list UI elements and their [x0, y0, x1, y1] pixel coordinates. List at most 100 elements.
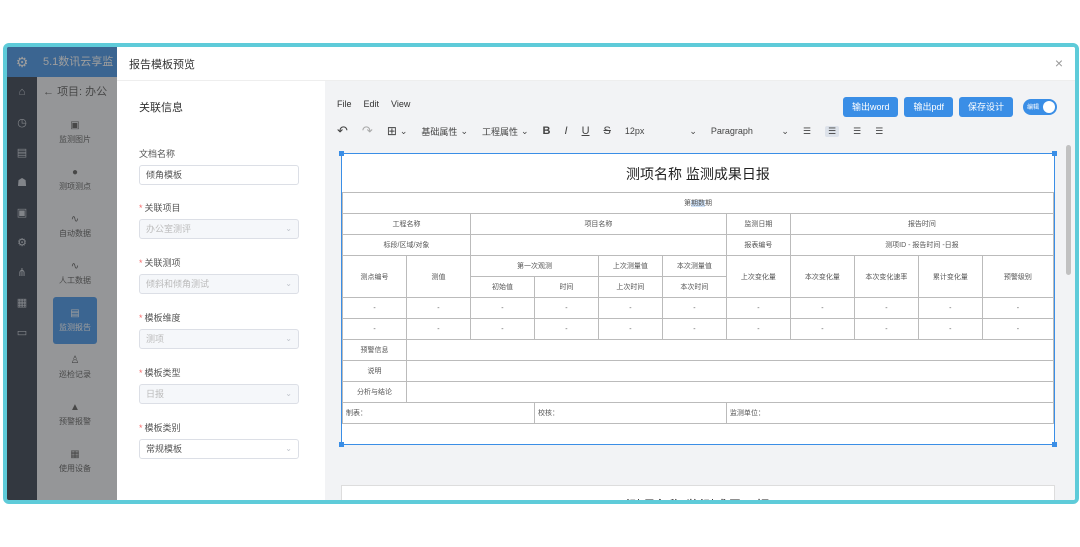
- table-cell[interactable]: -: [597, 297, 663, 319]
- subheader-current-time[interactable]: 本次时间: [661, 276, 727, 298]
- cell-item-name[interactable]: 项目名称: [469, 213, 727, 235]
- font-size-select[interactable]: 12px ⌄: [625, 126, 697, 137]
- table-cell[interactable]: -: [533, 297, 599, 319]
- cell-report-no[interactable]: 报表编号: [725, 234, 791, 256]
- cell-report-time[interactable]: 报告时间: [789, 213, 1055, 235]
- table-cell[interactable]: -: [981, 297, 1055, 319]
- basic-attr-menu[interactable]: 基础属性 ⌄: [421, 125, 468, 138]
- period-cell[interactable]: 第期数期: [342, 192, 1054, 214]
- menu-view[interactable]: View: [391, 99, 410, 109]
- header-current-change[interactable]: 本次变化量: [789, 255, 855, 298]
- editor-toolbar: ↶ ↷ ⊞ ⌄ 基础属性 ⌄ 工程属性 ⌄ B I U S 12px ⌄ Paragra…: [337, 121, 897, 141]
- table-cell[interactable]: -: [469, 297, 535, 319]
- export-pdf-button[interactable]: 输出pdf: [904, 97, 953, 117]
- analysis-value[interactable]: [405, 381, 1055, 403]
- header-warn-level[interactable]: 预警级别: [981, 255, 1055, 298]
- close-icon[interactable]: ×: [1055, 55, 1063, 71]
- cell-project-name[interactable]: 工程名称: [342, 213, 471, 235]
- warn-info-label[interactable]: 预警信息: [342, 339, 407, 361]
- table-row: - - - - - - - - - - -: [342, 297, 1055, 319]
- header-cumulative[interactable]: 累计变化量: [917, 255, 983, 298]
- bold-button[interactable]: B: [543, 125, 551, 137]
- subheader-time[interactable]: 时间: [533, 276, 599, 298]
- table-cell[interactable]: -: [725, 297, 791, 319]
- header-current-value[interactable]: 本次测量值: [661, 255, 727, 277]
- report-page-2[interactable]: 测项名称 监测成果日报: [341, 485, 1055, 500]
- resize-handle[interactable]: [339, 151, 344, 156]
- header-change-rate[interactable]: 本次变化速率: [853, 255, 919, 298]
- cell-report-id[interactable]: 测项ID - 报告时间 -日报: [789, 234, 1055, 256]
- edit-toggle[interactable]: 编辑: [1023, 99, 1057, 115]
- table-cell[interactable]: -: [405, 297, 471, 319]
- align-right-icon[interactable]: ☰: [853, 126, 861, 137]
- table-cell[interactable]: -: [661, 318, 727, 340]
- table-menu[interactable]: ⊞ ⌄: [387, 124, 408, 138]
- maker-cell[interactable]: 制表：: [342, 402, 535, 424]
- project-attr-menu[interactable]: 工程属性 ⌄: [482, 125, 529, 138]
- table-cell[interactable]: -: [789, 297, 855, 319]
- analysis-label[interactable]: 分析与结论: [342, 381, 407, 403]
- underline-button[interactable]: U: [582, 125, 590, 137]
- report-page[interactable]: 测项名称 监测成果日报 第期数期 工程名称 项目名称 监测日期 报告时间 标段/…: [339, 151, 1057, 447]
- table-cell[interactable]: -: [342, 297, 407, 319]
- table-cell[interactable]: -: [853, 297, 919, 319]
- chevron-down-icon: ⌄: [399, 125, 408, 136]
- table-row: - - - - - - - - - - -: [342, 318, 1055, 340]
- project-select[interactable]: 办公室测评 ⌄: [139, 219, 299, 239]
- table-cell[interactable]: -: [725, 318, 791, 340]
- item-select[interactable]: 倾斜和倾角测试 ⌄: [139, 274, 299, 294]
- menu-edit[interactable]: Edit: [364, 99, 380, 109]
- align-center-icon[interactable]: ☰: [824, 125, 840, 137]
- table-cell[interactable]: -: [789, 318, 855, 340]
- cell-empty[interactable]: [469, 234, 727, 256]
- header-last-value[interactable]: 上次测量值: [597, 255, 663, 277]
- toggle-label: 编辑: [1027, 105, 1040, 111]
- editor-menubar: File Edit View: [337, 99, 410, 109]
- dimension-select[interactable]: 测项 ⌄: [139, 329, 299, 349]
- type-select[interactable]: 日报 ⌄: [139, 384, 299, 404]
- description-value[interactable]: [405, 360, 1055, 382]
- header-first-obs[interactable]: 第一次观测: [469, 255, 599, 277]
- header-point-no[interactable]: 测点编号: [342, 255, 407, 298]
- table-cell[interactable]: -: [469, 318, 535, 340]
- redo-icon[interactable]: ↷: [362, 123, 373, 139]
- category-select[interactable]: 常规模板 ⌄: [139, 439, 299, 459]
- align-left-icon[interactable]: ☰: [803, 126, 811, 137]
- table-cell[interactable]: -: [917, 318, 983, 340]
- resize-handle[interactable]: [1052, 442, 1057, 447]
- table-cell[interactable]: -: [661, 297, 727, 319]
- table-cell[interactable]: -: [533, 318, 599, 340]
- italic-button[interactable]: I: [565, 125, 568, 137]
- cell-monitor-date[interactable]: 监测日期: [725, 213, 791, 235]
- chevron-down-icon: ⌄: [285, 444, 292, 453]
- table-cell[interactable]: -: [981, 318, 1055, 340]
- checker-cell[interactable]: 校核：: [533, 402, 727, 424]
- table-cell[interactable]: -: [342, 318, 407, 340]
- unit-cell[interactable]: 监测单位：: [725, 402, 1055, 424]
- block-format-select[interactable]: Paragraph ⌄: [711, 126, 789, 137]
- undo-icon[interactable]: ↶: [337, 123, 348, 139]
- warn-info-value[interactable]: [405, 339, 1055, 361]
- action-buttons: 输出word 输出pdf 保存设计 编辑: [842, 97, 1057, 117]
- export-word-button[interactable]: 输出word: [842, 97, 899, 117]
- subheader-initial[interactable]: 初始值: [469, 276, 535, 298]
- chevron-down-icon: ⌄: [285, 334, 292, 343]
- align-justify-icon[interactable]: ☰: [875, 126, 883, 137]
- menu-file[interactable]: File: [337, 99, 352, 109]
- table-cell[interactable]: -: [597, 318, 663, 340]
- scrollbar[interactable]: [1066, 145, 1071, 275]
- description-label[interactable]: 说明: [342, 360, 407, 382]
- resize-handle[interactable]: [339, 442, 344, 447]
- table-cell[interactable]: -: [917, 297, 983, 319]
- subheader-last-time[interactable]: 上次时间: [597, 276, 663, 298]
- table-cell[interactable]: -: [405, 318, 471, 340]
- resize-handle[interactable]: [1052, 151, 1057, 156]
- doc-name-input[interactable]: 倾角模板: [139, 165, 299, 185]
- header-value[interactable]: 测值: [405, 255, 471, 298]
- strikethrough-button[interactable]: S: [604, 125, 611, 137]
- save-design-button[interactable]: 保存设计: [958, 97, 1013, 117]
- category-label: * 模板类别: [139, 423, 181, 433]
- cell-section[interactable]: 标段/区域/对象: [342, 234, 471, 256]
- header-last-change[interactable]: 上次变化量: [725, 255, 791, 298]
- table-cell[interactable]: -: [853, 318, 919, 340]
